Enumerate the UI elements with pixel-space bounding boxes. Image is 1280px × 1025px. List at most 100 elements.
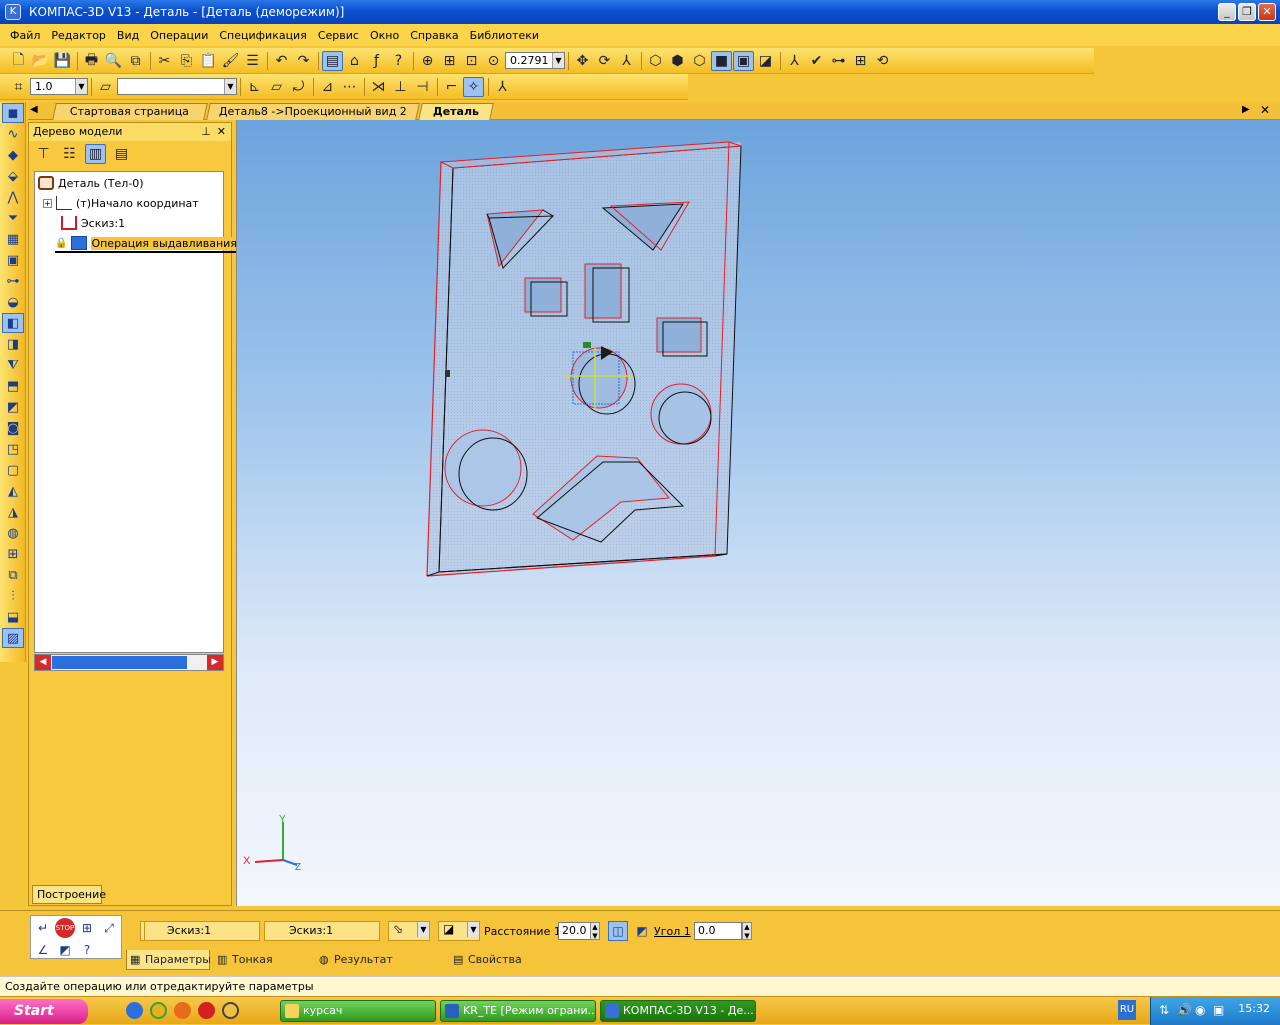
tab-thin-wall[interactable]: ▥Тонкая стенка [214, 950, 310, 986]
preview-mode-button[interactable]: ∠ [33, 940, 53, 960]
plane-button[interactable]: ▱ [266, 77, 287, 97]
redo-button[interactable]: ↷ [293, 51, 314, 71]
scroll-right-icon[interactable]: ▶ [207, 655, 223, 670]
tree-node-sketch[interactable]: Эскиз:1 [61, 216, 125, 230]
section-tool[interactable]: ⬓ [2, 607, 24, 627]
tab-start-page[interactable]: Стартовая страница [52, 103, 208, 120]
angle-input[interactable]: 0.0 [694, 922, 742, 940]
print-button[interactable]: 🖶 [81, 51, 102, 71]
copy-button[interactable]: ⎘ [176, 51, 197, 71]
paste-button[interactable]: 📋 [198, 51, 219, 71]
pin-icon[interactable]: ⊥ [201, 123, 211, 141]
taskbar-button-folder[interactable]: курсач [280, 1000, 436, 1022]
monitor-icon[interactable]: ▣ [1213, 1003, 1224, 1017]
tab-properties[interactable]: ▤ Свойства [450, 950, 522, 970]
ie-icon[interactable] [126, 1002, 143, 1019]
tree-horizontal-scrollbar[interactable]: ◀ ▶ [34, 654, 224, 671]
tree-detail-button[interactable]: ▤ [111, 144, 132, 164]
opera-icon[interactable] [198, 1002, 215, 1019]
create-object-button[interactable]: ↵ [33, 918, 53, 938]
panel-close-icon[interactable]: ✕ [217, 123, 226, 141]
angle-type-button[interactable]: ◩ [632, 921, 652, 941]
snap-step-button[interactable]: ⌗ [8, 77, 29, 97]
menu-help[interactable]: Справка [410, 29, 458, 42]
help-button[interactable]: ? [388, 51, 409, 71]
rib-tool[interactable]: ◭ [2, 481, 24, 501]
open-file-button[interactable]: 📂 [30, 51, 51, 71]
undo-button[interactable]: ↶ [271, 51, 292, 71]
direction-combo[interactable]: ⬂ ▼ [388, 921, 430, 941]
zoom-scale-button[interactable]: ⊙ [483, 51, 504, 71]
format-brush-button[interactable]: 🖌 [220, 51, 241, 71]
menu-specification[interactable]: Спецификация [219, 29, 306, 42]
model-viewport[interactable]: Y X Z [236, 120, 1280, 906]
variables-button[interactable]: ƒ [366, 51, 387, 71]
scroll-thumb[interactable] [52, 656, 187, 669]
taskbar-button-word[interactable]: KR_TE [Режим ограни... [440, 1000, 596, 1022]
line-style-combo[interactable]: ▼ [117, 78, 237, 95]
library-manager-button[interactable]: ⌂ [344, 51, 365, 71]
tree-structure-button[interactable]: ⊤ [33, 144, 54, 164]
tabs-scroll-left-icon[interactable]: ◀ [30, 104, 38, 115]
app-icon[interactable] [222, 1002, 239, 1019]
hidden-lines-button[interactable]: ⬢ [667, 51, 688, 71]
step-input[interactable]: 1.0 ▼ [30, 78, 88, 95]
line-style-button[interactable]: ▱ [95, 77, 116, 97]
shaded-edges-button[interactable]: ▣ [733, 50, 754, 71]
tree-node-detail[interactable]: Деталь (Тел-0) [38, 176, 144, 190]
rebuild-button[interactable]: ⟲ [872, 51, 893, 71]
menu-window[interactable]: Окно [370, 29, 399, 42]
manager-panel-button[interactable]: ▤ [322, 50, 343, 71]
rotate-op-tool[interactable]: ◨ [2, 334, 24, 354]
menu-editor[interactable]: Редактор [51, 29, 106, 42]
measure-tool[interactable]: ⊶ [2, 271, 24, 291]
shaded-button[interactable]: ■ [711, 50, 732, 71]
zoom-window-button[interactable]: ⊕ [417, 51, 438, 71]
tabs-scroll-right-icon[interactable]: ▶ [1242, 104, 1250, 115]
attributes-tool[interactable]: ▨ [2, 628, 24, 648]
antivirus-icon[interactable]: ◉ [1195, 1003, 1205, 1017]
pan-button[interactable]: ✥ [572, 51, 593, 71]
tree-order-button[interactable]: ☷ [59, 144, 80, 164]
hole-tool[interactable]: ◍ [2, 523, 24, 543]
menu-service[interactable]: Сервис [318, 29, 359, 42]
thin-lines-button[interactable]: ⬡ [689, 51, 710, 71]
remember-state-button[interactable]: ◩ [55, 940, 75, 960]
xy-button[interactable]: ⅄ [492, 77, 513, 97]
tree-node-extrusion[interactable]: 🔒 Операция выдавливания [55, 236, 237, 253]
constraint-button[interactable]: ⋊ [368, 77, 389, 97]
distance-pick-button[interactable]: ◫ [608, 921, 628, 941]
surface-tool[interactable]: ⬙ [2, 166, 24, 186]
sketch-field-1[interactable]: Эскиз:1 [144, 921, 260, 941]
extrude-tool[interactable]: ◧ [2, 313, 24, 333]
taskbar-button-kompas[interactable]: КОМПАС-3D V13 - Де... [600, 1000, 756, 1022]
sketch-tool[interactable]: ∿ [2, 124, 24, 144]
local-cs-button[interactable]: ⊾ [244, 77, 265, 97]
edit-details-tool[interactable]: ◼ [2, 103, 24, 123]
report-tool[interactable]: ▣ [2, 250, 24, 270]
orient-button[interactable]: ⤾ [288, 77, 309, 97]
language-indicator[interactable]: RU [1118, 1000, 1136, 1020]
start-button[interactable]: Start [0, 999, 88, 1024]
loft-tool[interactable]: ⬒ [2, 376, 24, 396]
close-button[interactable]: ✕ [1258, 3, 1276, 21]
auxiliary-geom-tool[interactable]: ◆ [2, 145, 24, 165]
restore-button[interactable]: ❐ [1238, 3, 1256, 21]
tab-detail8-projection[interactable]: Деталь8 ->Проекционный вид 2 [206, 103, 420, 120]
minimize-button[interactable]: _ [1218, 3, 1236, 21]
zoom-fit-button[interactable]: ⊡ [461, 51, 482, 71]
expand-icon[interactable]: + [43, 198, 52, 208]
thread-tool[interactable]: ⫶ [2, 586, 24, 606]
stop-button[interactable]: STOP [55, 918, 75, 938]
zoom-input[interactable]: 0.2791 ▼ [505, 52, 565, 69]
slope-tool[interactable]: ◮ [2, 502, 24, 522]
shell-tool[interactable]: ▢ [2, 460, 24, 480]
cut-extrude-tool[interactable]: ◩ [2, 397, 24, 417]
method-combo[interactable]: ◪ ▼ [438, 921, 480, 941]
sketch-field-2[interactable]: Эскиз:1 [264, 921, 380, 941]
filter-button[interactable]: ⅄ [784, 51, 805, 71]
snap-button[interactable]: ✧ [463, 76, 484, 97]
network-icon[interactable]: ⇅ [1159, 1003, 1169, 1017]
volume-icon[interactable]: 🔊 [1177, 1003, 1192, 1017]
zoom-in-button[interactable]: ⊞ [439, 51, 460, 71]
